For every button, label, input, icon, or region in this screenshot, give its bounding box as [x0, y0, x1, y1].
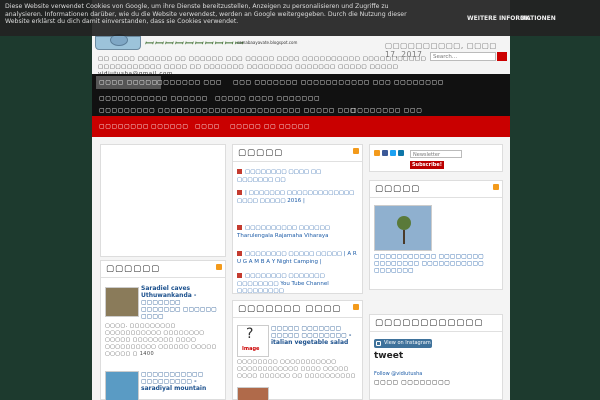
question-mark-icon: ? — [246, 326, 254, 342]
recipe-widget-title: ▢▢▢▢▢▢▢ ▢▢▢▢ — [238, 304, 342, 314]
middle-widget-header: ▢▢▢▢▢ — [233, 145, 362, 162]
list-item[interactable]: ▢▢▢▢▢▢▢▢▢▢ ▢▢▢▢▢▢ Tharulengala Rajamaha … — [237, 225, 359, 240]
middle-widget-title: ▢▢▢▢▢ — [238, 148, 284, 158]
post-thumbnail[interactable] — [237, 387, 269, 400]
image-label: Image — [242, 346, 260, 352]
nav-item[interactable]: ▢▢▢▢▢▢ — [148, 120, 192, 133]
ok-button[interactable]: OK — [520, 15, 530, 23]
blog-page: ꟷꟷꟷꟷꟷꟷꟷꟷꟷꟷ samabaayavate.blogspot.com ▢▢… — [92, 0, 510, 400]
nav-bar-secondary: ▢▢▢▢▢▢▢▢▢ ▢▢▢▢ ▢▢▢▢▢▢▢▢▢▢▢▢ ▢▢▢▢▢▢▢▢ ▢▢▢… — [92, 107, 510, 137]
nav-item[interactable]: ▢▢▢▢▢▢▢▢ — [96, 120, 152, 133]
nav-item[interactable]: ▢▢▢▢▢▢▢▢ ▢▢▢▢▢ ▢▢▢ — [248, 104, 359, 117]
book-widget-header: ▢▢▢▢▢ — [370, 181, 502, 198]
tweet-title: tweet — [374, 351, 404, 361]
cookie-text: Diese Website verwendet Cookies von Goog… — [5, 3, 407, 26]
post-title[interactable]: Saradiel caves Uthuwankanda - ▢▢▢▢▢▢▢ ▢▢… — [141, 285, 221, 320]
rss-icon[interactable] — [353, 304, 359, 310]
tree-icon — [397, 216, 411, 230]
bullet-icon — [237, 251, 242, 256]
ad-slot — [100, 144, 226, 257]
cookie-banner: Diese Website verwendet Cookies von Goog… — [0, 0, 600, 36]
left-posts-widget: ▢▢▢▢▢▢ Saradiel caves Uthuwankanda - ▢▢▢… — [100, 260, 226, 400]
nav-item[interactable]: ▢▢▢▢▢▢▢▢ ▢▢▢ — [348, 104, 425, 117]
instagram-widget-header: ▢▢▢▢▢▢▢▢▢▢▢▢ — [370, 315, 502, 332]
post-thumbnail[interactable] — [105, 287, 139, 317]
blog-title[interactable]: ꟷꟷꟷꟷꟷꟷꟷꟷꟷꟷ — [144, 36, 244, 51]
linkedin-icon[interactable] — [398, 150, 404, 156]
nav-item[interactable]: ▢▢▢▢▢▢▢▢▢▢▢▢ — [174, 104, 255, 117]
post-thumbnail[interactable] — [105, 371, 139, 400]
post-title[interactable]: ▢▢▢▢▢ ▢▢▢▢▢▢▢ ▢▢▢▢▢ ▢▢▢▢▢▢▢▢ - italian v… — [271, 325, 361, 346]
left-widget-header: ▢▢▢▢▢▢ — [101, 261, 225, 278]
more-info-button[interactable]: WEITERE INFORMATIONEN — [467, 15, 556, 23]
left-widget-title: ▢▢▢▢▢▢ — [106, 264, 161, 274]
nav-item[interactable]: ▢▢▢▢▢ ▢▢ ▢▢▢▢▢ — [227, 120, 313, 133]
newsletter-input[interactable]: Newsletter — [410, 150, 462, 158]
bullet-icon — [237, 273, 242, 278]
blog-logo[interactable] — [95, 34, 141, 50]
book-cover[interactable] — [374, 205, 432, 251]
post-excerpt: ▢▢▢▢▢▢▢▢ ▢▢▢▢▢▢▢▢▢▢▢ ▢▢▢▢▢▢▢▢▢▢▢▢ ▢▢▢▢ ▢… — [237, 359, 356, 379]
list-item[interactable]: ▢▢▢▢▢▢▢▢ ▢▢▢▢ ▢▢ ▢▢▢▢▢▢▢ ▢▢ — [237, 169, 359, 184]
post-title[interactable]: ▢▢▢▢▢▢▢▢▢▢▢ ▢▢▢▢▢▢▢▢▢ - saradiyal mounta… — [141, 371, 221, 392]
rss-icon[interactable] — [353, 148, 359, 154]
facebook-icon[interactable] — [382, 150, 388, 156]
nav-item[interactable]: ▢▢▢▢▢▢▢ ▢▢▢ — [154, 76, 225, 89]
bullet-icon — [237, 169, 242, 174]
bullet-icon — [237, 190, 242, 195]
nav-item[interactable]: ▢▢▢▢ ▢▢▢ ▢▢▢▢▢▢▢▢ — [342, 76, 447, 89]
nav-item[interactable]: ▢▢▢▢▢▢▢▢▢ ▢▢▢▢ — [96, 104, 186, 117]
subscribe-button[interactable]: Subscribe! — [410, 161, 444, 169]
follow-tail: ▢▢▢▢ ▢▢▢▢▢▢▢▢ — [374, 379, 451, 386]
recent-list-widget: ▢▢▢▢▢ ▢▢▢▢▢▢▢▢ ▢▢▢▢ ▢▢ ▢▢▢▢▢▢▢ ▢▢ | ▢▢▢▢… — [232, 144, 363, 294]
list-item[interactable]: ▢▢▢▢▢▢▢▢ ▢▢▢▢▢▢▢ ▢▢▢▢▢▢▢▢ You Tube Chann… — [237, 273, 359, 296]
book-caption[interactable]: ▢▢▢▢▢▢▢▢▢▢▢ ▢▢▢▢▢▢▢▢ ▢▢▢▢▢▢▢▢ ▢▢▢▢▢▢▢▢▢▢… — [374, 253, 498, 274]
search-button[interactable] — [497, 52, 507, 61]
list-item[interactable]: ▢▢▢▢▢▢▢▢ ▢▢▢▢▢ ▢▢▢▢▢ | A R U G A M B A Y… — [237, 251, 359, 266]
image-placeholder-icon[interactable]: ? Image — [237, 325, 269, 357]
list-item[interactable]: | ▢▢▢▢▢▢▢ ▢▢▢▢▢▢▢▢▢▢▢▢▢ ▢▢▢▢ ▢▢▢▢▢ 2016 … — [237, 190, 359, 205]
view-on-instagram-button[interactable]: View on Instagram — [374, 339, 432, 348]
recipe-widget-header: ▢▢▢▢▢▢▢ ▢▢▢▢ — [233, 301, 362, 318]
instagram-icon — [376, 341, 381, 346]
twitter-icon[interactable] — [390, 150, 396, 156]
bullet-icon — [237, 225, 242, 230]
nav-item-home[interactable]: ▢▢▢▢ ▢▢▢▢▢ — [96, 76, 161, 89]
rss-icon[interactable] — [493, 184, 499, 190]
instagram-widget: ▢▢▢▢▢▢▢▢▢▢▢▢ View on Instagram tweet Fol… — [369, 314, 503, 400]
post-excerpt: ▢▢▢▢. ▢▢▢▢▢▢▢▢▢ ▢▢▢▢▢▢▢▢▢▢▢ ▢▢▢▢▢▢▢▢ ▢▢▢… — [105, 323, 217, 357]
blog-url: samabaayavate.blogspot.com — [237, 40, 298, 45]
recipe-widget: ▢▢▢▢▢▢▢ ▢▢▢▢ ? Image ▢▢▢▢▢ ▢▢▢▢▢▢▢ ▢▢▢▢▢… — [232, 300, 363, 400]
social-widget: Newsletter Subscribe! — [369, 144, 503, 172]
rss-icon[interactable] — [374, 150, 380, 156]
nav-item[interactable]: ▢▢▢ ▢▢▢▢▢▢▢ ▢▢▢▢▢▢▢ — [230, 76, 348, 89]
book-widget-title: ▢▢▢▢▢ — [375, 184, 421, 194]
book-widget: ▢▢▢▢▢ ▢▢▢▢▢▢▢▢▢▢▢ ▢▢▢▢▢▢▢▢ ▢▢▢▢▢▢▢▢ ▢▢▢▢… — [369, 180, 503, 290]
follow-link[interactable]: Follow @vidiutusha — [374, 371, 422, 377]
tree-trunk-icon — [403, 230, 405, 244]
instagram-widget-title: ▢▢▢▢▢▢▢▢▢▢▢▢ — [375, 318, 484, 328]
instagram-label: View on Instagram — [384, 340, 431, 346]
search-input[interactable]: Search... — [430, 52, 496, 61]
nav-item[interactable]: ▢▢▢▢ — [192, 120, 223, 133]
rss-icon[interactable] — [216, 264, 222, 270]
